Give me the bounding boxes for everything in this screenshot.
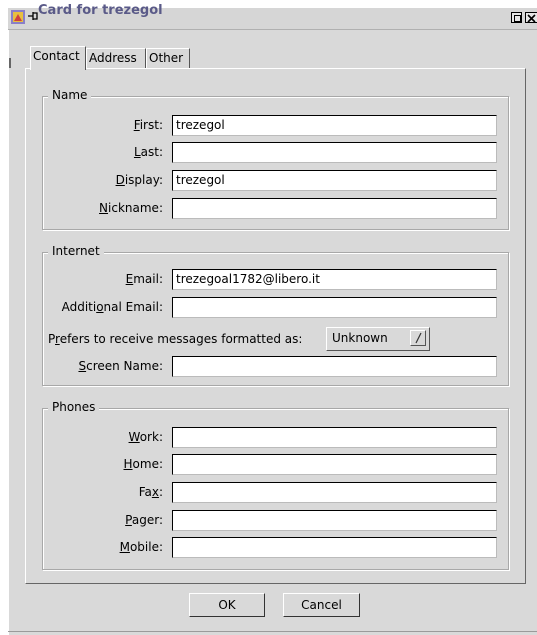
bottom-edge [8,631,537,632]
nickname-label: Nickname: [99,201,163,215]
maximize-button[interactable] [511,12,522,23]
cancel-button[interactable]: Cancel [283,593,360,617]
last-label: Last: [133,145,163,159]
dropdown-button[interactable] [410,330,426,346]
additional-email-field[interactable] [172,297,497,318]
dropdown-slash-icon [415,332,422,344]
pager-field[interactable] [172,510,497,531]
mobile-field[interactable] [172,537,497,558]
prefers-format-label: Prefers to receive messages formatted as… [48,332,303,346]
first-name-field[interactable]: trezegol [172,115,497,136]
message-format-select[interactable]: Unknown [326,327,430,351]
last-name-field[interactable] [172,142,497,163]
fax-field[interactable] [172,482,497,503]
home-label: Home: [123,457,164,471]
display-label: Display: [115,173,163,187]
home-phone-field[interactable] [172,454,497,475]
internet-group-legend: Internet [48,244,104,258]
phones-group-legend: Phones [48,400,100,414]
tab-address[interactable]: Address [86,48,146,69]
work-phone-field[interactable] [172,427,497,448]
screen-name-field[interactable] [172,356,497,377]
tab-contact[interactable]: Contact [30,46,86,70]
email-label: Email: [125,272,163,286]
pager-label: Pager: [125,513,163,527]
mobile-label: Mobile: [119,540,163,554]
additional-email-label: Additional Email: [61,300,163,314]
tab-other[interactable]: Other [146,48,190,69]
fax-label: Fax: [138,485,163,499]
nickname-field[interactable] [172,198,497,219]
email-field[interactable]: trezegoal1782@libero.it [172,269,497,290]
display-name-field[interactable]: trezegol [172,170,497,191]
maximize-icon [514,15,521,22]
window-title: Card for trezegol [38,3,163,18]
close-icon [527,14,536,23]
message-format-value: Unknown [332,331,388,345]
close-button[interactable] [525,12,537,23]
first-label: First: [133,118,163,132]
ok-button[interactable]: OK [189,593,265,617]
name-group-legend: Name [48,88,92,102]
work-label: Work: [128,430,163,444]
screen-name-label: Screen Name: [78,359,163,373]
edge-mark [9,58,11,68]
app-icon[interactable] [11,10,25,24]
